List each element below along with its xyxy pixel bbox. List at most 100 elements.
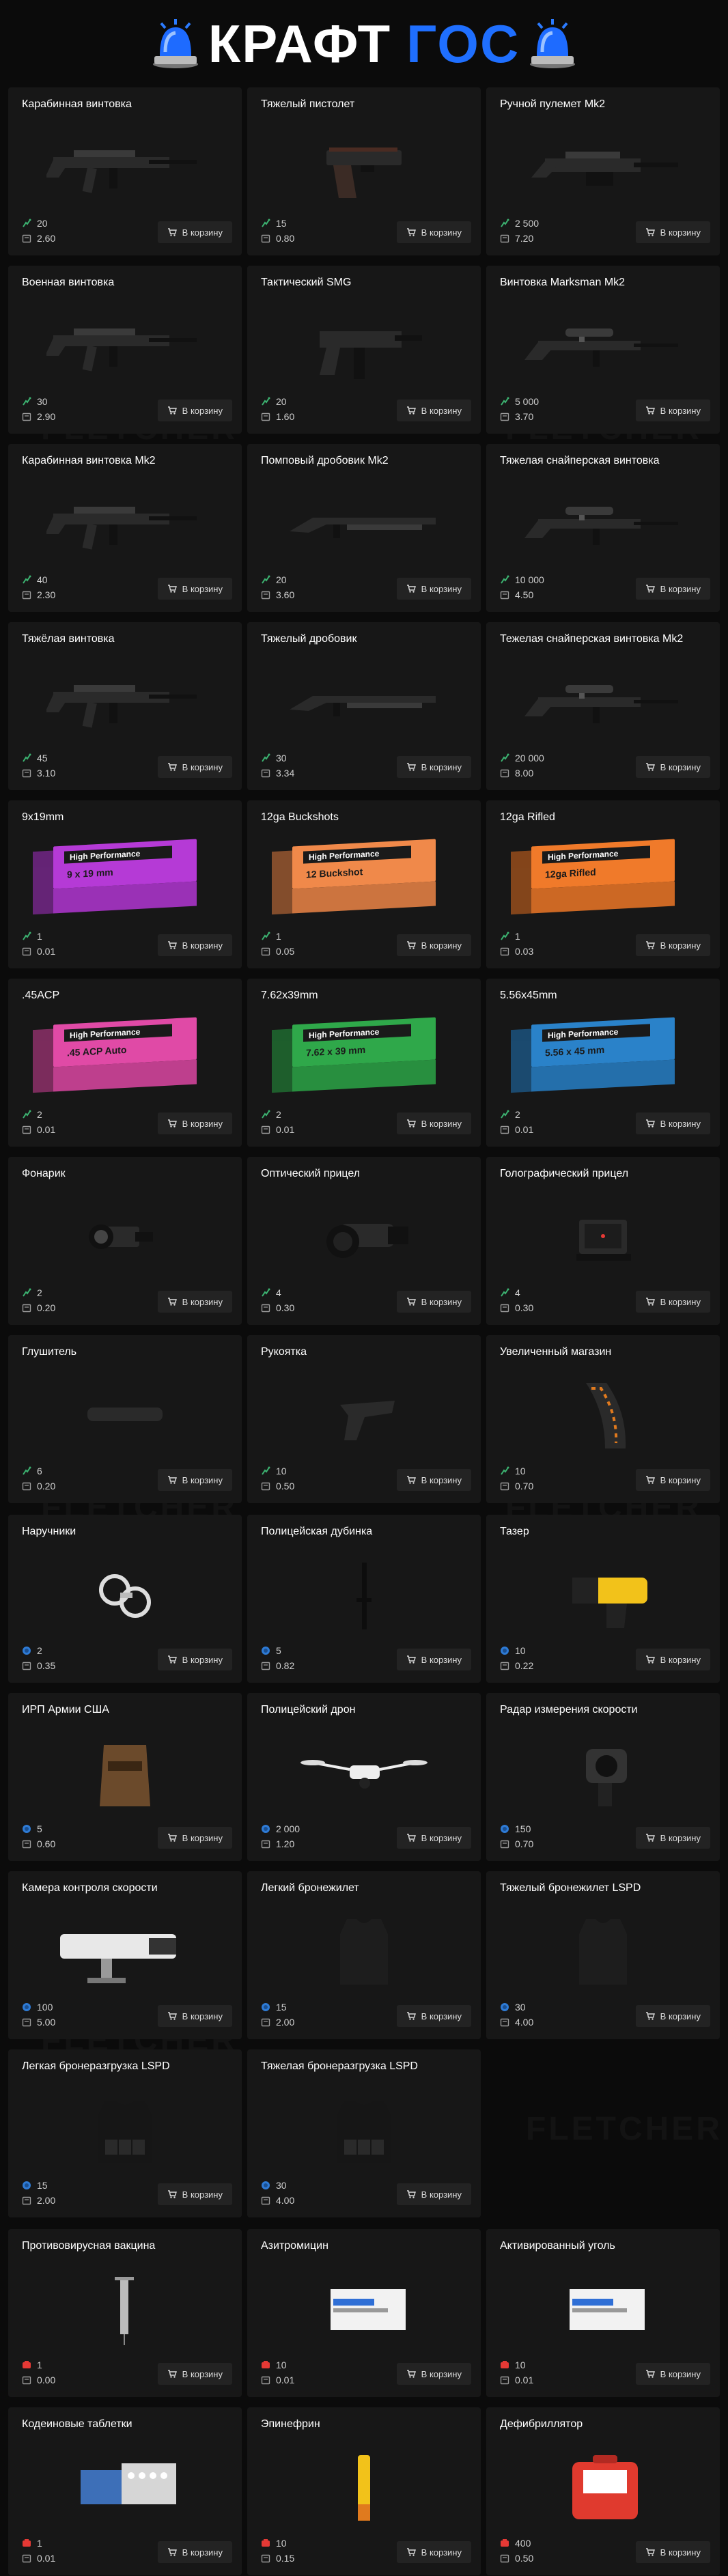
item-meta: 2 500 7.20 (500, 216, 539, 246)
item-cost: 150 (515, 1823, 531, 1834)
item-meta: 45 3.10 (22, 751, 55, 781)
cart-icon (167, 1833, 177, 1843)
add-to-cart-button[interactable]: В корзину (396, 2005, 471, 2027)
add-to-cart-button[interactable]: В корзину (157, 221, 232, 243)
add-to-cart-button[interactable]: В корзину (157, 578, 232, 600)
item-meta: 20 000 8.00 (500, 751, 544, 781)
item-card: Тяжелый пистолет 15 0.80 В корзину (247, 87, 481, 255)
add-to-cart-button[interactable]: В корзину (396, 2541, 471, 2563)
item-meta: 20 2.60 (22, 216, 55, 246)
add-to-cart-label: В корзину (421, 2547, 462, 2558)
scope-icon (285, 1192, 443, 1281)
add-to-cart-button[interactable]: В корзину (396, 2363, 471, 2385)
add-to-cart-button[interactable]: В корзину (635, 1827, 710, 1849)
item-card: Тяжелый бронежилет LSPD 30 4.00 В корзин… (486, 1871, 720, 2039)
item-weight: 0.00 (37, 2375, 56, 2385)
shotgun-icon (285, 479, 443, 568)
magazine-icon (524, 1371, 682, 1459)
item-card: Полицейский дрон 2 000 1.20 В корзину (247, 1693, 481, 1861)
weight-icon (500, 2017, 509, 2027)
add-to-cart-button[interactable]: В корзину (157, 1649, 232, 1670)
add-to-cart-button[interactable]: В корзину (157, 2541, 232, 2563)
add-to-cart-button[interactable]: В корзину (396, 1649, 471, 1670)
tactical-vest-icon (46, 2085, 204, 2174)
add-to-cart-button[interactable]: В корзину (635, 934, 710, 956)
item-cost: 10 000 (515, 574, 544, 585)
item-title: Эпинефрин (261, 2418, 320, 2430)
item-weight: 0.01 (276, 2375, 295, 2385)
item-title: Глушитель (22, 1346, 77, 1358)
item-cost: 20 000 (515, 753, 544, 764)
add-to-cart-button[interactable]: В корзину (635, 2005, 710, 2027)
weight-icon (500, 590, 509, 600)
item-cost: 15 (37, 2180, 48, 2191)
add-to-cart-button[interactable]: В корзину (157, 1469, 232, 1491)
add-to-cart-label: В корзину (182, 1296, 223, 1307)
tactical-vest-icon (285, 2085, 443, 2174)
item-meta: 15 0.80 (261, 216, 294, 246)
add-to-cart-button[interactable]: В корзину (157, 756, 232, 778)
add-to-cart-button[interactable]: В корзину (157, 1291, 232, 1313)
weight-icon (261, 1303, 270, 1313)
add-to-cart-label: В корзину (182, 2011, 223, 2021)
item-meta: 30 4.00 (500, 2000, 533, 2030)
add-to-cart-label: В корзину (182, 1654, 223, 1665)
add-to-cart-button[interactable]: В корзину (157, 1112, 232, 1134)
item-cost: 45 (37, 753, 48, 764)
handcuffs-icon (46, 1550, 204, 1639)
weight-icon (261, 1481, 270, 1491)
item-meta: 5 0.82 (261, 1643, 294, 1673)
item-cost: 10 (515, 2360, 526, 2370)
add-to-cart-label: В корзину (182, 1832, 223, 1843)
add-to-cart-button[interactable]: В корзину (396, 221, 471, 243)
add-to-cart-button[interactable]: В корзину (157, 400, 232, 421)
add-to-cart-button[interactable]: В корзину (635, 578, 710, 600)
add-to-cart-button[interactable]: В корзину (635, 400, 710, 421)
add-to-cart-button[interactable]: В корзину (157, 1827, 232, 1849)
item-meta: 10 0.22 (500, 1643, 533, 1673)
syringe-icon (46, 2265, 204, 2353)
item-title: Тежелая снайперская винтовка Mk2 (500, 633, 684, 645)
vest-icon (524, 1907, 682, 1996)
add-to-cart-button[interactable]: В корзину (635, 1291, 710, 1313)
add-to-cart-button[interactable]: В корзину (396, 934, 471, 956)
add-to-cart-button[interactable]: В корзину (157, 2183, 232, 2205)
add-to-cart-button[interactable]: В корзину (635, 221, 710, 243)
add-to-cart-button[interactable]: В корзину (157, 2005, 232, 2027)
cart-icon (645, 406, 655, 415)
item-card: Увеличенный магазин 10 0.70 В корзину (486, 1335, 720, 1503)
add-to-cart-label: В корзину (660, 2011, 701, 2021)
add-to-cart-button[interactable]: В корзину (635, 1112, 710, 1134)
item-weight: 0.20 (37, 1481, 56, 1492)
add-to-cart-button[interactable]: В корзину (396, 400, 471, 421)
item-card: Тяжёлая винтовка 45 3.10 В корзину (8, 622, 242, 790)
add-to-cart-button[interactable]: В корзину (396, 2183, 471, 2205)
add-to-cart-button[interactable]: В корзину (157, 2363, 232, 2385)
weight-icon (261, 2375, 270, 2385)
add-to-cart-button[interactable]: В корзину (635, 1469, 710, 1491)
item-weight: 0.82 (276, 1660, 295, 1671)
weight-icon (261, 2553, 270, 2563)
add-to-cart-button[interactable]: В корзину (396, 1469, 471, 1491)
cart-icon (406, 227, 416, 237)
add-to-cart-button[interactable]: В корзину (396, 578, 471, 600)
add-to-cart-button[interactable]: В корзину (396, 1112, 471, 1134)
add-to-cart-button[interactable]: В корзину (396, 1827, 471, 1849)
item-card: Ручной пулемет Mk2 2 500 7.20 В корзину (486, 87, 720, 255)
weight-icon (500, 947, 509, 956)
item-card: .45ACP High Performance .45 ACP Auto 2 0.… (8, 979, 242, 1147)
add-to-cart-button[interactable]: В корзину (396, 1291, 471, 1313)
item-title: .45ACP (22, 990, 60, 1001)
add-to-cart-button[interactable]: В корзину (635, 1649, 710, 1670)
add-to-cart-button[interactable]: В корзину (635, 2363, 710, 2385)
add-to-cart-button[interactable]: В корзину (635, 756, 710, 778)
add-to-cart-button[interactable]: В корзину (396, 756, 471, 778)
defibrillator-icon (524, 2443, 682, 2532)
item-meta: 5 000 3.70 (500, 394, 539, 424)
weight-icon (500, 234, 509, 243)
weight-icon (261, 1839, 270, 1849)
cart-icon (167, 2547, 177, 2557)
item-title: Оптический прицел (261, 1168, 361, 1179)
add-to-cart-button[interactable]: В корзину (635, 2541, 710, 2563)
add-to-cart-button[interactable]: В корзину (157, 934, 232, 956)
